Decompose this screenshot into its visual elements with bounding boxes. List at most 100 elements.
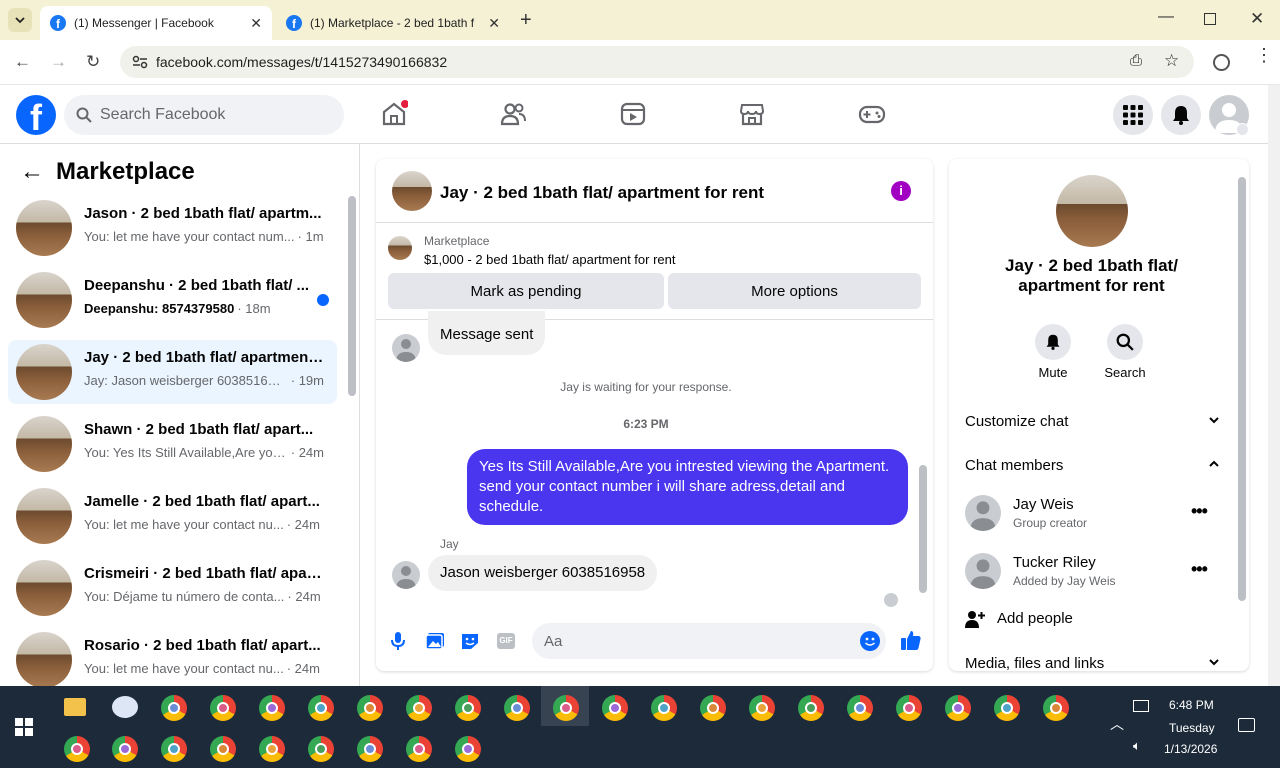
minimize-button[interactable]: — bbox=[1158, 8, 1174, 26]
page-scrollbar[interactable] bbox=[1268, 85, 1280, 686]
video-icon[interactable] bbox=[619, 100, 647, 128]
chrome-profile-icon[interactable] bbox=[259, 736, 285, 762]
restore-button[interactable] bbox=[1204, 13, 1216, 25]
chrome-profile-icon[interactable] bbox=[64, 736, 90, 762]
conversation-item[interactable]: Crismeiri · 2 bed 1bath flat/ apar... You… bbox=[8, 556, 337, 620]
back-arrow-icon[interactable]: ← bbox=[20, 158, 44, 186]
menu-button[interactable] bbox=[1113, 95, 1153, 135]
message-sent-bubble[interactable]: Message sent bbox=[428, 311, 546, 355]
chat-scrollbar[interactable] bbox=[919, 465, 927, 593]
windows-start-icon[interactable] bbox=[15, 718, 33, 736]
thumbs-up-icon[interactable] bbox=[900, 629, 922, 651]
list-scrollbar[interactable] bbox=[348, 196, 356, 396]
show-hidden-icons[interactable]: ︿ bbox=[1110, 714, 1124, 734]
chat-members-row[interactable]: Chat members bbox=[965, 457, 1219, 474]
chrome-profile-icon[interactable] bbox=[553, 695, 579, 721]
gif-icon[interactable]: GIF bbox=[497, 633, 515, 649]
chrome-profile-icon[interactable] bbox=[406, 736, 432, 762]
details-scrollbar[interactable] bbox=[1238, 177, 1246, 601]
close-window-button[interactable]: ✕ bbox=[1250, 9, 1264, 29]
notification-center-icon[interactable] bbox=[1238, 718, 1255, 732]
emoji-icon[interactable] bbox=[860, 631, 880, 651]
paint-app-icon[interactable] bbox=[112, 696, 138, 718]
chrome-profile-icon[interactable] bbox=[1043, 695, 1069, 721]
clock-time[interactable]: 6:48 PM bbox=[1169, 698, 1214, 712]
avatar[interactable] bbox=[392, 561, 420, 589]
chrome-profile-icon[interactable] bbox=[455, 736, 481, 762]
listing-photo[interactable] bbox=[1056, 175, 1128, 247]
chrome-profile-icon[interactable] bbox=[504, 695, 530, 721]
gaming-icon[interactable] bbox=[858, 100, 886, 128]
conversation-item[interactable]: Jay · 2 bed 1bath flat/ apartment... Jay:… bbox=[8, 340, 337, 404]
chrome-profile-icon[interactable] bbox=[455, 695, 481, 721]
chrome-profile-icon[interactable] bbox=[308, 736, 334, 762]
chrome-profile-icon[interactable] bbox=[357, 736, 383, 762]
chrome-profile-icon[interactable] bbox=[406, 695, 432, 721]
listing-thumbnail[interactable] bbox=[392, 171, 432, 211]
chrome-profile-icon[interactable] bbox=[896, 695, 922, 721]
account-chevron-icon[interactable] bbox=[1236, 123, 1249, 136]
search-input[interactable]: Search Facebook bbox=[64, 95, 344, 135]
friends-icon[interactable] bbox=[499, 100, 527, 128]
more-icon[interactable]: ••• bbox=[1191, 501, 1208, 522]
clock-date[interactable]: 1/13/2026 bbox=[1164, 742, 1217, 756]
profile-icon[interactable] bbox=[1213, 54, 1230, 71]
chat-title[interactable]: Jay · 2 bed 1bath flat/ apartment for re… bbox=[440, 183, 764, 203]
conversation-item[interactable]: Deepanshu · 2 bed 1bath flat/ ... Deepans… bbox=[8, 268, 337, 332]
chrome-profile-icon[interactable] bbox=[651, 695, 677, 721]
avatar[interactable] bbox=[392, 334, 420, 362]
install-app-icon[interactable]: ⎙ bbox=[1130, 52, 1142, 69]
conversation-item[interactable]: Jason · 2 bed 1bath flat/ apartm... You: … bbox=[8, 196, 337, 260]
chrome-profile-icon[interactable] bbox=[308, 695, 334, 721]
member-item[interactable]: Jay Weis Group creator ••• bbox=[965, 495, 1225, 531]
listing-detail[interactable]: $1,000 - 2 bed 1bath flat/ apartment for… bbox=[424, 252, 676, 267]
customize-chat-row[interactable]: Customize chat bbox=[965, 413, 1219, 430]
tab-search-button[interactable] bbox=[8, 8, 32, 32]
conversation-item[interactable]: Rosario · 2 bed 1bath flat/ apart... You:… bbox=[8, 628, 337, 692]
site-settings-icon[interactable] bbox=[132, 55, 148, 69]
sticker-icon[interactable] bbox=[460, 632, 480, 650]
chrome-profile-icon[interactable] bbox=[357, 695, 383, 721]
chrome-profile-icon[interactable] bbox=[112, 736, 138, 762]
chrome-profile-icon[interactable] bbox=[994, 695, 1020, 721]
chrome-profile-icon[interactable] bbox=[945, 695, 971, 721]
listing-small-thumbnail[interactable] bbox=[388, 236, 412, 260]
chrome-profile-icon[interactable] bbox=[259, 695, 285, 721]
reload-icon[interactable]: ↻ bbox=[86, 52, 100, 72]
chrome-profile-icon[interactable] bbox=[749, 695, 775, 721]
close-tab-icon[interactable]: ✕ bbox=[250, 15, 262, 32]
chrome-profile-icon[interactable] bbox=[161, 736, 187, 762]
chrome-profile-icon[interactable] bbox=[798, 695, 824, 721]
menu-kebab-icon[interactable]: ⋮ bbox=[1255, 46, 1273, 64]
facebook-logo-icon[interactable]: f bbox=[16, 95, 56, 135]
photo-icon[interactable] bbox=[425, 632, 445, 650]
add-people-row[interactable]: Add people bbox=[965, 609, 1225, 631]
back-icon[interactable]: ← bbox=[14, 52, 31, 72]
chrome-profile-icon[interactable] bbox=[700, 695, 726, 721]
tab-marketplace[interactable]: f (1) Marketplace - 2 bed 1bath f ✕ bbox=[276, 6, 510, 40]
media-files-row[interactable]: Media, files and links bbox=[965, 655, 1219, 671]
notifications-button[interactable] bbox=[1161, 95, 1201, 135]
conversation-item[interactable]: Shawn · 2 bed 1bath flat/ apart... You: Y… bbox=[8, 412, 337, 476]
chrome-profile-icon[interactable] bbox=[602, 695, 628, 721]
volume-icon[interactable]: 🔈︎ bbox=[1133, 738, 1141, 754]
address-bar[interactable]: facebook.com/messages/t/1415273490166832… bbox=[120, 46, 1194, 78]
outgoing-message[interactable]: Yes Its Still Available,Are you intreste… bbox=[467, 449, 908, 525]
marketplace-icon[interactable] bbox=[738, 100, 766, 128]
conversation-item[interactable]: Jamelle · 2 bed 1bath flat/ apart... You:… bbox=[8, 484, 337, 548]
new-tab-button[interactable]: + bbox=[520, 9, 532, 32]
network-icon[interactable] bbox=[1133, 700, 1149, 712]
more-icon[interactable]: ••• bbox=[1191, 559, 1208, 580]
incoming-message[interactable]: Jason weisberger 6038516958 bbox=[428, 555, 658, 591]
chrome-profile-icon[interactable] bbox=[210, 736, 236, 762]
message-input[interactable]: Aa bbox=[532, 623, 886, 659]
close-tab-icon[interactable]: ✕ bbox=[488, 15, 500, 32]
chrome-profile-icon[interactable] bbox=[210, 695, 236, 721]
microphone-icon[interactable] bbox=[390, 631, 406, 651]
mark-as-pending-button[interactable]: Mark as pending bbox=[388, 273, 664, 309]
search-button[interactable] bbox=[1107, 324, 1143, 360]
bookmark-star-icon[interactable]: ☆ bbox=[1164, 51, 1179, 71]
info-icon[interactable]: i bbox=[891, 181, 911, 201]
clock-day[interactable]: Tuesday bbox=[1169, 721, 1215, 735]
tab-messenger[interactable]: f (1) Messenger | Facebook ✕ bbox=[40, 6, 272, 40]
